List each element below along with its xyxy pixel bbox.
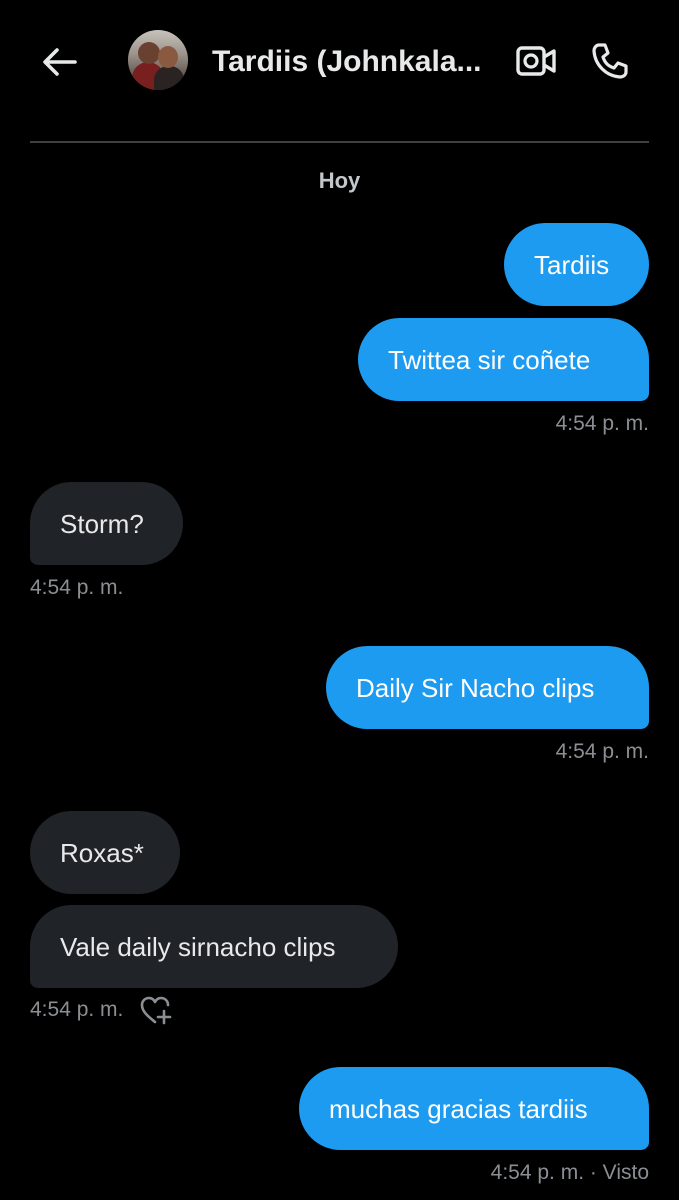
avatar[interactable] <box>128 30 188 90</box>
heart-plus-icon <box>140 996 172 1025</box>
header-divider <box>30 141 649 143</box>
message-bubble-incoming[interactable]: Roxas* <box>30 811 180 894</box>
voice-call-button[interactable] <box>586 37 634 85</box>
add-reaction-button[interactable] <box>138 994 174 1026</box>
message-bubble-incoming[interactable]: Storm? <box>30 482 183 565</box>
message-bubble-outgoing[interactable]: Tardiis <box>504 223 649 306</box>
message-timestamp: 4:54 p. m. <box>555 740 649 763</box>
message-timestamp: 4:54 p. m. <box>30 576 124 599</box>
video-call-button[interactable] <box>512 38 560 84</box>
message-bubble-outgoing[interactable]: Daily Sir Nacho clips <box>326 646 649 729</box>
date-separator: Hoy <box>318 168 361 193</box>
video-camera-icon <box>516 46 556 76</box>
message-bubble-outgoing[interactable]: muchas gracias tardiis <box>299 1067 649 1150</box>
message-timestamp-read-status: 4:54 p. m. · Visto <box>490 1161 649 1184</box>
message-bubble-incoming[interactable]: Vale daily sirnacho clips <box>30 905 398 988</box>
message-timestamp: 4:54 p. m. <box>30 998 124 1021</box>
message-timestamp: 4:54 p. m. <box>555 412 649 435</box>
conversation-header: Tardiis (Johnkala... <box>0 0 679 142</box>
message-bubble-outgoing[interactable]: Twittea sir coñete <box>358 318 649 401</box>
arrow-left-icon <box>43 48 77 76</box>
back-button[interactable] <box>38 40 82 84</box>
conversation-title[interactable]: Tardiis (Johnkala... <box>212 42 502 82</box>
phone-icon <box>592 43 628 79</box>
